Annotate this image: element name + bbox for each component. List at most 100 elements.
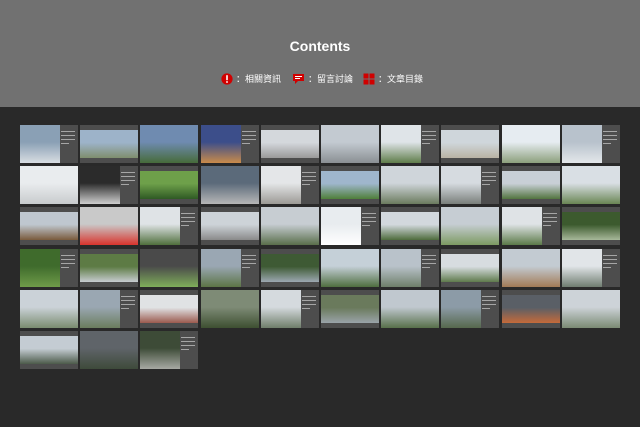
thumbnail-caption-lines bbox=[422, 131, 436, 147]
gallery-thumbnail[interactable] bbox=[441, 207, 499, 245]
gallery-thumbnail[interactable] bbox=[321, 125, 379, 163]
gallery-thumbnail[interactable] bbox=[20, 207, 78, 245]
article-index-label: ：文章目錄 bbox=[378, 74, 424, 84]
gallery-thumbnail[interactable] bbox=[261, 207, 319, 245]
thumbnail-photo bbox=[381, 212, 439, 240]
thumbnail-photo bbox=[502, 207, 542, 245]
page-header: Contents ：相關資訊 ：留言討論 ：文章目錄 bbox=[0, 0, 640, 107]
gallery-thumbnail[interactable] bbox=[502, 166, 560, 204]
gallery-thumbnail[interactable] bbox=[80, 249, 138, 287]
gallery-thumbnail[interactable] bbox=[140, 207, 198, 245]
thumbnail-photo bbox=[20, 166, 78, 204]
gallery-thumbnail[interactable] bbox=[321, 166, 379, 204]
comments-label: ：留言討論 bbox=[308, 74, 354, 84]
thumbnail-photo bbox=[381, 125, 421, 163]
gallery-thumbnail[interactable] bbox=[381, 249, 439, 287]
gallery-thumbnail[interactable] bbox=[261, 249, 319, 287]
gallery-thumbnail[interactable] bbox=[201, 207, 259, 245]
thumbnail-photo bbox=[201, 212, 259, 240]
gallery-thumbnail[interactable] bbox=[20, 290, 78, 328]
gallery-thumbnail[interactable] bbox=[80, 125, 138, 163]
gallery-thumbnail[interactable] bbox=[261, 125, 319, 163]
comments-link[interactable]: ：留言討論 bbox=[292, 72, 353, 85]
gallery-thumbnail[interactable] bbox=[321, 249, 379, 287]
gallery-thumbnail[interactable] bbox=[381, 166, 439, 204]
thumbnail-photo bbox=[321, 207, 361, 245]
gallery-thumbnail[interactable] bbox=[261, 290, 319, 328]
gallery-thumbnail[interactable] bbox=[201, 249, 259, 287]
thumbnail-photo bbox=[562, 212, 620, 240]
thumbnail-photo bbox=[321, 249, 379, 287]
gallery-thumbnail[interactable] bbox=[80, 166, 138, 204]
gallery-thumbnail[interactable] bbox=[261, 166, 319, 204]
thumbnail-caption-lines bbox=[302, 296, 316, 312]
gallery-thumbnail[interactable] bbox=[502, 125, 560, 163]
gallery-thumbnail[interactable] bbox=[562, 207, 620, 245]
thumbnail-photo bbox=[80, 166, 120, 204]
gallery-thumbnail[interactable] bbox=[80, 331, 138, 369]
gallery-thumbnail[interactable] bbox=[502, 249, 560, 287]
thumbnail-caption-lines bbox=[181, 337, 195, 353]
thumbnail-photo bbox=[80, 331, 138, 369]
thumbnail-photo bbox=[20, 336, 78, 364]
article-index-link[interactable]: ：文章目錄 bbox=[363, 72, 423, 85]
gallery-thumbnail[interactable] bbox=[502, 207, 560, 245]
thumbnail-photo bbox=[140, 207, 180, 245]
thumbnail-caption-lines bbox=[242, 131, 256, 147]
thumbnail-photo bbox=[441, 290, 481, 328]
thumbnail-photo bbox=[441, 130, 499, 158]
gallery-thumbnail[interactable] bbox=[441, 166, 499, 204]
thumbnail-photo bbox=[502, 249, 560, 287]
gallery-thumbnail[interactable] bbox=[20, 331, 78, 369]
thumbnail-caption-lines bbox=[61, 255, 75, 271]
thumbnail-photo bbox=[441, 166, 481, 204]
gallery-thumbnail[interactable] bbox=[20, 166, 78, 204]
gallery-thumbnail[interactable] bbox=[321, 290, 379, 328]
gallery-thumbnail[interactable] bbox=[381, 207, 439, 245]
thumbnail-photo bbox=[562, 125, 602, 163]
gallery-thumbnail[interactable] bbox=[562, 249, 620, 287]
thumbnail-photo bbox=[441, 254, 499, 282]
gallery-thumbnail[interactable] bbox=[562, 125, 620, 163]
thumbnail-photo bbox=[140, 331, 180, 369]
gallery-thumbnail[interactable] bbox=[441, 290, 499, 328]
thumbnail-caption-lines bbox=[482, 172, 496, 188]
gallery-thumbnail[interactable] bbox=[20, 125, 78, 163]
gallery-thumbnail[interactable] bbox=[201, 125, 259, 163]
gallery-thumbnail[interactable] bbox=[140, 249, 198, 287]
thumbnail-photo bbox=[261, 290, 301, 328]
thumbnail-photo bbox=[261, 130, 319, 158]
related-info-label: ：相關資訊 bbox=[236, 74, 282, 84]
gallery-thumbnail[interactable] bbox=[562, 166, 620, 204]
gallery-thumbnail[interactable] bbox=[80, 207, 138, 245]
gallery-thumbnail[interactable] bbox=[562, 290, 620, 328]
gallery-thumbnail[interactable] bbox=[441, 249, 499, 287]
thumbnail-photo bbox=[321, 295, 379, 323]
thumbnail-photo bbox=[80, 130, 138, 158]
thumbnail-photo bbox=[140, 171, 198, 199]
gallery-thumbnail[interactable] bbox=[381, 290, 439, 328]
info-icon bbox=[221, 72, 233, 85]
thumbnail-photo bbox=[381, 290, 439, 328]
thumbnail-photo bbox=[321, 125, 379, 163]
gallery-thumbnail[interactable] bbox=[441, 125, 499, 163]
gallery-thumbnail[interactable] bbox=[140, 331, 198, 369]
related-info-link[interactable]: ：相關資訊 bbox=[221, 72, 281, 85]
gallery-thumbnail[interactable] bbox=[20, 249, 78, 287]
gallery-thumbnail[interactable] bbox=[201, 290, 259, 328]
gallery-thumbnail[interactable] bbox=[321, 207, 379, 245]
gallery-thumbnail[interactable] bbox=[140, 290, 198, 328]
gallery-thumbnail[interactable] bbox=[502, 290, 560, 328]
thumbnail-photo bbox=[80, 290, 120, 328]
thumbnail-photo bbox=[261, 207, 319, 245]
gallery-thumbnail[interactable] bbox=[80, 290, 138, 328]
thumbnail-caption-lines bbox=[302, 172, 316, 188]
gallery-thumbnail[interactable] bbox=[140, 125, 198, 163]
thumbnail-grid bbox=[20, 125, 620, 369]
gallery-thumbnail[interactable] bbox=[140, 166, 198, 204]
gallery-thumbnail[interactable] bbox=[381, 125, 439, 163]
thumbnail-caption-lines bbox=[181, 213, 195, 229]
gallery-thumbnail[interactable] bbox=[201, 166, 259, 204]
thumbnail-photo bbox=[201, 249, 241, 287]
grid-icon bbox=[363, 73, 375, 84]
